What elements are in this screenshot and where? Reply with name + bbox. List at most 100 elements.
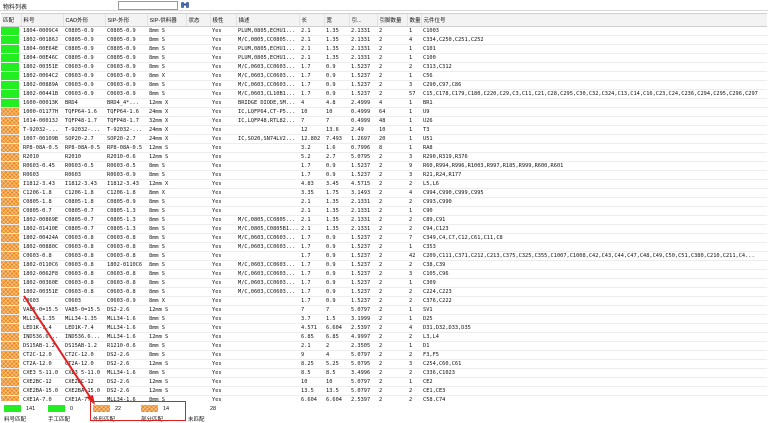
table-cell: 1802-00424A bbox=[21, 233, 63, 243]
table-row[interactable]: MLL34-1.35 MLL34-1.35 MLL34-1.6 8mm S Yes 3.7… bbox=[1, 314, 767, 324]
table-row[interactable]: R0603-0.45 R0603-0.5 R0603-0.5 8mm S Yes 1.7 0… bbox=[1, 161, 767, 171]
table-row[interactable]: R0603 R0603 R0603-0.9 8mm S Yes 1.7 0.9 1.5237 2… bbox=[1, 170, 767, 180]
table-row[interactable]: 1802-00869E C0805-0.7 C0805-1.3 8mm S Yes M/C… bbox=[1, 215, 767, 225]
match-indicator bbox=[1, 26, 21, 36]
table-cell bbox=[236, 368, 299, 378]
column-header[interactable]: 极性 bbox=[210, 14, 237, 27]
table-row[interactable]: CT2A-12.0 CT2A-12.0 DS2-2.6 12mm S Yes 8.25 5.… bbox=[1, 359, 767, 369]
column-header[interactable]: 长 bbox=[299, 14, 325, 27]
table-row[interactable]: 1014-00013J TQFP48-1.7 TQFP48-1.7 32mm X Yes… bbox=[1, 116, 767, 126]
table-cell: 12mm S bbox=[147, 305, 186, 315]
table-cell: 8mm X bbox=[147, 296, 186, 306]
column-header[interactable]: 匹配 bbox=[1, 14, 22, 27]
table-cell: C0603-0.8 bbox=[105, 269, 147, 279]
table-cell: Yes bbox=[210, 188, 236, 198]
table-cell: 2 bbox=[377, 80, 407, 90]
table-row[interactable]: CXE3 5-11.0 CXE3 5-11.0 MLL34-1.6 8mm S Yes 8… bbox=[1, 368, 767, 378]
table-row[interactable]: 1600-00013K BRD4 BRD4_4*... 12mm X Yes BRIDGE… bbox=[1, 98, 767, 108]
binoculars-icon[interactable] bbox=[180, 1, 190, 10]
table-cell: R60,R994,R996,R1003,R997,R185,R999,R600,… bbox=[421, 161, 767, 171]
table-row[interactable]: 1802-00351E C0603-0.9 C0603-0.9 8mm S Yes M/C… bbox=[1, 62, 767, 72]
table-cell bbox=[236, 305, 299, 315]
table-cell: 1 bbox=[407, 44, 421, 54]
table-row[interactable]: C0805-0.7 C0805-0.7 C0805-1.3 8mm S Yes 2.1 1.… bbox=[1, 206, 767, 216]
match-status-swatch bbox=[1, 332, 19, 340]
table-row[interactable]: LED1K-7.4 LED1K-7.4 MLL34-1.6 8mm S Yes 4.571… bbox=[1, 323, 767, 333]
table-row[interactable]: VA85-0=15.5 VA85-0=15.5 DS2-2.6 12mm S Yes 7 7… bbox=[1, 305, 767, 315]
table-row[interactable]: C0805-1.8 C0805-1.8 C0805-0.9 8mm S Yes 2.1 1.… bbox=[1, 197, 767, 207]
column-header[interactable]: SIP-外形 bbox=[105, 14, 148, 27]
table-cell: 8mm S bbox=[147, 197, 186, 207]
table-row[interactable]: CXE2BA-15.0 CXE2BA-15.0 DS2-2.6 12mm S Yes 13… bbox=[1, 386, 767, 396]
table-row[interactable]: I1812-3.43 I1812-3.43 I1812-3.43 12mm X Yes 4… bbox=[1, 179, 767, 189]
column-header[interactable]: SIP-供料器 bbox=[147, 14, 187, 27]
table-cell: 12mm X bbox=[147, 98, 186, 108]
match-status-swatch bbox=[1, 215, 19, 223]
column-header[interactable]: 数量 bbox=[407, 14, 422, 27]
table-row[interactable]: 1802-00424A C0603-0.8 C0603-0.8 8mm S Yes M/C… bbox=[1, 233, 767, 243]
table-row[interactable]: 1007-00109B SOP20-2.7 SOP20-2.7 24mm X Yes IC… bbox=[1, 134, 767, 144]
column-header[interactable]: 引... bbox=[349, 14, 378, 27]
match-status-swatch bbox=[1, 71, 19, 79]
table-cell: 1802-00880C bbox=[21, 242, 63, 252]
match-status-swatch bbox=[1, 206, 19, 214]
table-row[interactable]: 1802-00889A C0603-0.9 C0603-0.9 8mm S Yes M/C… bbox=[1, 80, 767, 90]
table-cell: 1 bbox=[407, 116, 421, 126]
table-row[interactable]: 1802-00351E C0603-0.8 C0603-0.8 8mm S Yes M/C… bbox=[1, 287, 767, 297]
table-cell: C0805-0.9 bbox=[105, 44, 147, 54]
column-header[interactable]: CAD外形 bbox=[63, 14, 106, 27]
table-cell: M/C,0603,CC0603... bbox=[236, 260, 299, 270]
column-header[interactable]: 宽 bbox=[324, 14, 350, 27]
column-header[interactable]: 元件位号 bbox=[421, 14, 767, 27]
table-cell: 7 bbox=[324, 116, 349, 126]
table-row[interactable]: CXE2BC-12 CXE2BC-12 DS2-2.6 12mm S Yes 10 10 5.… bbox=[1, 377, 767, 387]
table-row[interactable]: 1804-00E64E C0805-0.9 C0805-0.9 8mm S Yes PLU… bbox=[1, 44, 767, 54]
table-row[interactable]: C0603 C0603 C0603-0.9 8mm X Yes 1.7 0.9 1.5237 2… bbox=[1, 296, 767, 306]
table-cell: 6.85 bbox=[299, 332, 324, 342]
table-cell: 2 bbox=[377, 260, 407, 270]
table-cell: Yes bbox=[210, 116, 236, 126]
column-header[interactable]: 状态 bbox=[186, 14, 211, 27]
table-cell: MLL34-1.35 bbox=[21, 314, 63, 324]
match-indicator bbox=[1, 233, 21, 243]
table-cell: Yes bbox=[210, 152, 236, 162]
table-row[interactable]: 1802-0110C6 C0603-0.8 1802-0110C6 8mm S Yes M… bbox=[1, 260, 767, 270]
table-row[interactable]: T-92032-... T-92032-... T-92032-... 24mm XY… bbox=[1, 125, 767, 135]
table-cell: 2 bbox=[407, 350, 421, 360]
table-cell: Yes bbox=[210, 242, 236, 252]
table-cell: C994,C990,C999,C995 bbox=[421, 188, 767, 198]
table-cell: BRD4 bbox=[63, 98, 105, 108]
table-row[interactable]: 1802-0062F8 C0603-0.8 C0603-0.8 8mm S Yes M/C… bbox=[1, 269, 767, 279]
column-header[interactable]: 引脚数量 bbox=[377, 14, 408, 27]
table-cell: 1.35 bbox=[324, 215, 349, 225]
table-row[interactable]: 1802-00360E C0603-0.8 C0603-0.8 8mm S Yes M/C… bbox=[1, 278, 767, 288]
table-cell: 2 bbox=[407, 287, 421, 297]
table-row[interactable]: RP8-08A-0.5 RP8-08A-0.5 RP8-08A-0.5 12mm SY… bbox=[1, 143, 767, 153]
table-row[interactable]: 1000-01177H TQFP64-1.6 TQFP64-1.6 24mm X Yes… bbox=[1, 107, 767, 117]
material-table[interactable]: 匹配 料号 CAD外形 SIP-外形 SIP-供料器 状态 极性 描述长宽引... 引脚数量 数量… bbox=[1, 13, 767, 401]
table-row[interactable]: 1802-00186J C0805-0.9 C0805-0.9 8mm S Yes M/C… bbox=[1, 35, 767, 45]
column-header[interactable]: 料号 bbox=[21, 14, 64, 27]
table-row[interactable]: 1802-00880C C0603-0.8 C0603-0.8 8mm S Yes M/C… bbox=[1, 242, 767, 252]
table-row[interactable]: C1206-1.8 C1206-1.8 C1206-1.8 8mm X Yes 3.35 1… bbox=[1, 188, 767, 198]
column-header[interactable]: 描述 bbox=[236, 14, 300, 27]
table-row[interactable]: 1802-0064C2 C0603-0.9 C0603-0.9 8mm X Yes M/C… bbox=[1, 71, 767, 81]
search-input[interactable] bbox=[118, 1, 178, 10]
table-row[interactable]: R2010 R2010 R2010-0.6 12mm S Yes 5.2 2.7 5.0795… bbox=[1, 152, 767, 162]
table-row[interactable]: 1804-00E46C C0805-0.9 C0805-0.9 8mm S Yes PLU… bbox=[1, 53, 767, 63]
table-row[interactable]: DS15AB-1.2 DS15AB-1.2 R1210-0.6 8mm S Yes 2.1… bbox=[1, 341, 767, 351]
match-status-swatch bbox=[1, 80, 19, 88]
table-row[interactable]: C0603-0.8 C0603-0.8 C0603-0.8 8mm S Yes 1.7 0.… bbox=[1, 251, 767, 261]
table-row[interactable]: IND536.6... IND536.6... MLL34-1.6 12mm S Yes… bbox=[1, 332, 767, 342]
table-cell bbox=[236, 296, 299, 306]
table-row[interactable]: 1802-00441B C0603-0.9 C0603-0.9 8mm S Yes M/C… bbox=[1, 89, 767, 99]
table-cell: RP8-08A-0.5 bbox=[63, 143, 105, 153]
table-cell: 2 bbox=[407, 215, 421, 225]
table-row[interactable]: 1804-0009C4 C0805-0.9 C0805-0.9 8mm S Yes PLU… bbox=[1, 26, 767, 36]
table-cell: 3.1493 bbox=[349, 188, 377, 198]
match-indicator bbox=[1, 287, 21, 297]
table-cell: Yes bbox=[210, 386, 236, 396]
match-status-swatch bbox=[1, 269, 19, 277]
table-row[interactable]: 1802-01410E C0805-0.7 C0805-1.3 8mm S Yes M/C… bbox=[1, 224, 767, 234]
table-row[interactable]: CT2C-12.0 CT2C-12.0 DS2-2.6 8mm S Yes 9 4 5.079… bbox=[1, 350, 767, 360]
